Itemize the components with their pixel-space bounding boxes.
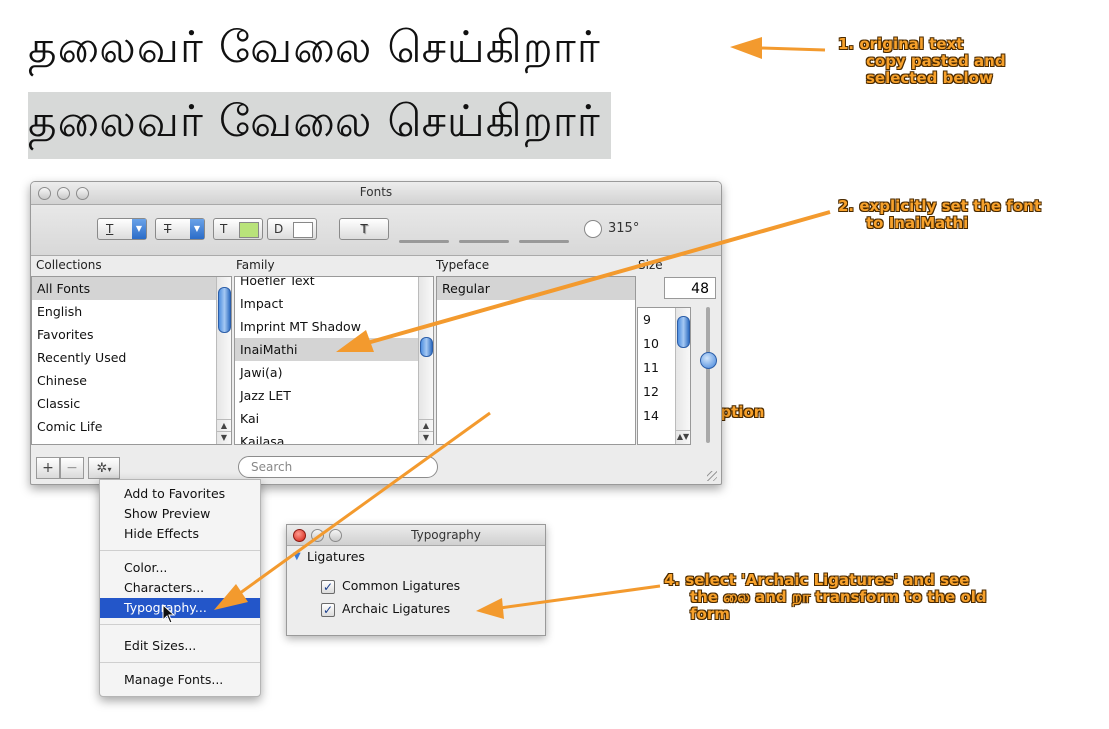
scroll-down-arrow[interactable]: ▼: [419, 431, 433, 444]
disclosure-triangle-icon[interactable]: ▼: [293, 551, 301, 562]
chevron-down-icon: ▼: [132, 219, 146, 239]
collection-item[interactable]: Recently Used: [32, 346, 231, 369]
common-ligatures-checkbox[interactable]: ✓: [321, 580, 335, 594]
shadow-opacity-slider[interactable]: [399, 240, 449, 243]
document-color-swatch: [293, 222, 313, 238]
fonts-window-title: Fonts: [359, 185, 393, 199]
menu-separator: [100, 550, 260, 551]
shadow-blur-slider[interactable]: [459, 240, 509, 243]
size-list: 9 10 11 12 14 ▲▼: [637, 307, 691, 445]
size-header: Size: [638, 258, 663, 272]
strikethrough-button[interactable]: T ▼: [155, 218, 205, 240]
family-item[interactable]: Kailasa: [235, 430, 433, 444]
typography-titlebar: Typography: [287, 525, 545, 546]
fonts-titlebar: Fonts: [31, 182, 721, 205]
menu-separator: [100, 662, 260, 663]
typeface-list: Regular: [436, 276, 636, 445]
text-color-swatch: [239, 222, 259, 238]
collection-item[interactable]: All Fonts: [32, 277, 231, 300]
shadow-angle-dial[interactable]: [584, 220, 602, 238]
typeface-header: Typeface: [436, 258, 490, 272]
menu-item-show-preview[interactable]: Show Preview: [100, 504, 260, 524]
collection-item[interactable]: English: [32, 300, 231, 323]
family-scrollbar[interactable]: ▲ ▼: [418, 277, 433, 444]
document-color-button[interactable]: D: [267, 218, 317, 240]
typography-panel: Typography ▼ Ligatures ✓ Common Ligature…: [286, 524, 546, 636]
family-header: Family: [236, 258, 275, 272]
text-shadow-button[interactable]: T: [339, 218, 389, 240]
underline-button[interactable]: T ▼: [97, 218, 147, 240]
annotation-2: 2. explicitly set the font to InaiMathi: [838, 197, 1041, 232]
effects-toolbar: T ▼ T ▼ T D T 315°: [31, 205, 721, 256]
menu-item-hide-effects[interactable]: Hide Effects: [100, 524, 260, 544]
collections-scrollbar[interactable]: ▲ ▼: [216, 277, 231, 444]
scroll-thumb[interactable]: [420, 337, 433, 357]
common-ligatures-label: Common Ligatures: [342, 578, 461, 593]
resize-grip-icon[interactable]: [707, 471, 717, 481]
font-search-input[interactable]: Search: [238, 456, 438, 478]
action-menu-button[interactable]: ✲▾: [88, 457, 120, 479]
remove-collection-button[interactable]: −: [60, 457, 84, 479]
typography-panel-title: Typography: [411, 528, 481, 542]
arrow-1-line: [759, 46, 826, 52]
family-list: Hoefler Text Impact Imprint MT Shadow In…: [234, 276, 434, 445]
menu-separator: [100, 624, 260, 625]
size-scrollbar[interactable]: ▲▼: [675, 308, 690, 444]
menu-item-manage-fonts[interactable]: Manage Fonts...: [100, 670, 260, 690]
family-item[interactable]: Jazz LET: [235, 384, 433, 407]
close-panel-button[interactable]: [293, 529, 306, 542]
typeface-item[interactable]: Regular: [437, 277, 635, 300]
family-item[interactable]: Kai: [235, 407, 433, 430]
archaic-ligatures-label: Archaic Ligatures: [342, 601, 451, 616]
add-collection-button[interactable]: +: [36, 457, 60, 479]
mouse-cursor-icon: [162, 604, 176, 624]
scroll-thumb[interactable]: [218, 287, 231, 333]
shadow-offset-slider[interactable]: [519, 240, 569, 243]
chevron-down-icon: ▾: [107, 465, 112, 474]
family-item-selected[interactable]: InaiMathi: [235, 338, 433, 361]
action-context-menu: Add to Favorites Show Preview Hide Effec…: [99, 479, 261, 697]
menu-item-edit-sizes[interactable]: Edit Sizes...: [100, 636, 260, 656]
scroll-thumb[interactable]: [677, 316, 690, 348]
menu-item-characters[interactable]: Characters...: [100, 578, 260, 598]
menu-item-typography[interactable]: Typography...: [100, 598, 260, 618]
scroll-down-arrow[interactable]: ▼: [217, 431, 231, 444]
family-item[interactable]: Jawi(a): [235, 361, 433, 384]
selected-tamil-text: தலைவர் வேலை செய்கிறார்: [28, 92, 611, 159]
scroll-arrow[interactable]: ▲▼: [676, 430, 690, 443]
arrow-1-head: [730, 37, 762, 59]
collection-item[interactable]: Classic: [32, 392, 231, 415]
collections-list: All Fonts English Favorites Recently Use…: [31, 276, 232, 445]
annotation-1: 1. original text copy pasted and selecte…: [838, 35, 1006, 87]
collection-item[interactable]: Comic Life: [32, 415, 231, 438]
size-slider-knob[interactable]: [700, 352, 717, 369]
family-item[interactable]: Hoefler Text: [235, 277, 433, 292]
ligatures-section-label: Ligatures: [307, 549, 365, 564]
size-slider-track[interactable]: [706, 307, 710, 443]
family-item[interactable]: Impact: [235, 292, 433, 315]
fonts-window: Fonts T ▼ T ▼ T D T 315° Collections Fam…: [30, 181, 722, 485]
collection-item[interactable]: Chinese: [32, 369, 231, 392]
gear-icon: ✲: [96, 461, 108, 476]
size-input[interactable]: 48: [664, 277, 716, 299]
collections-header: Collections: [36, 258, 102, 272]
family-item[interactable]: Imprint MT Shadow: [235, 315, 433, 338]
zoom-panel-button[interactable]: [329, 529, 342, 542]
text-color-button[interactable]: T: [213, 218, 263, 240]
original-tamil-text: தலைவர் வேலை செய்கிறார்: [28, 22, 601, 73]
collection-item[interactable]: Favorites: [32, 323, 231, 346]
menu-item-color[interactable]: Color...: [100, 558, 260, 578]
minimize-panel-button[interactable]: [311, 529, 324, 542]
menu-item-add-to-favorites[interactable]: Add to Favorites: [100, 484, 260, 504]
archaic-ligatures-checkbox[interactable]: ✓: [321, 603, 335, 617]
chevron-down-icon: ▼: [190, 219, 204, 239]
annotation-4: 4. select 'Archaic Ligatures' and see th…: [664, 571, 987, 623]
shadow-angle-value: 315°: [608, 221, 640, 236]
